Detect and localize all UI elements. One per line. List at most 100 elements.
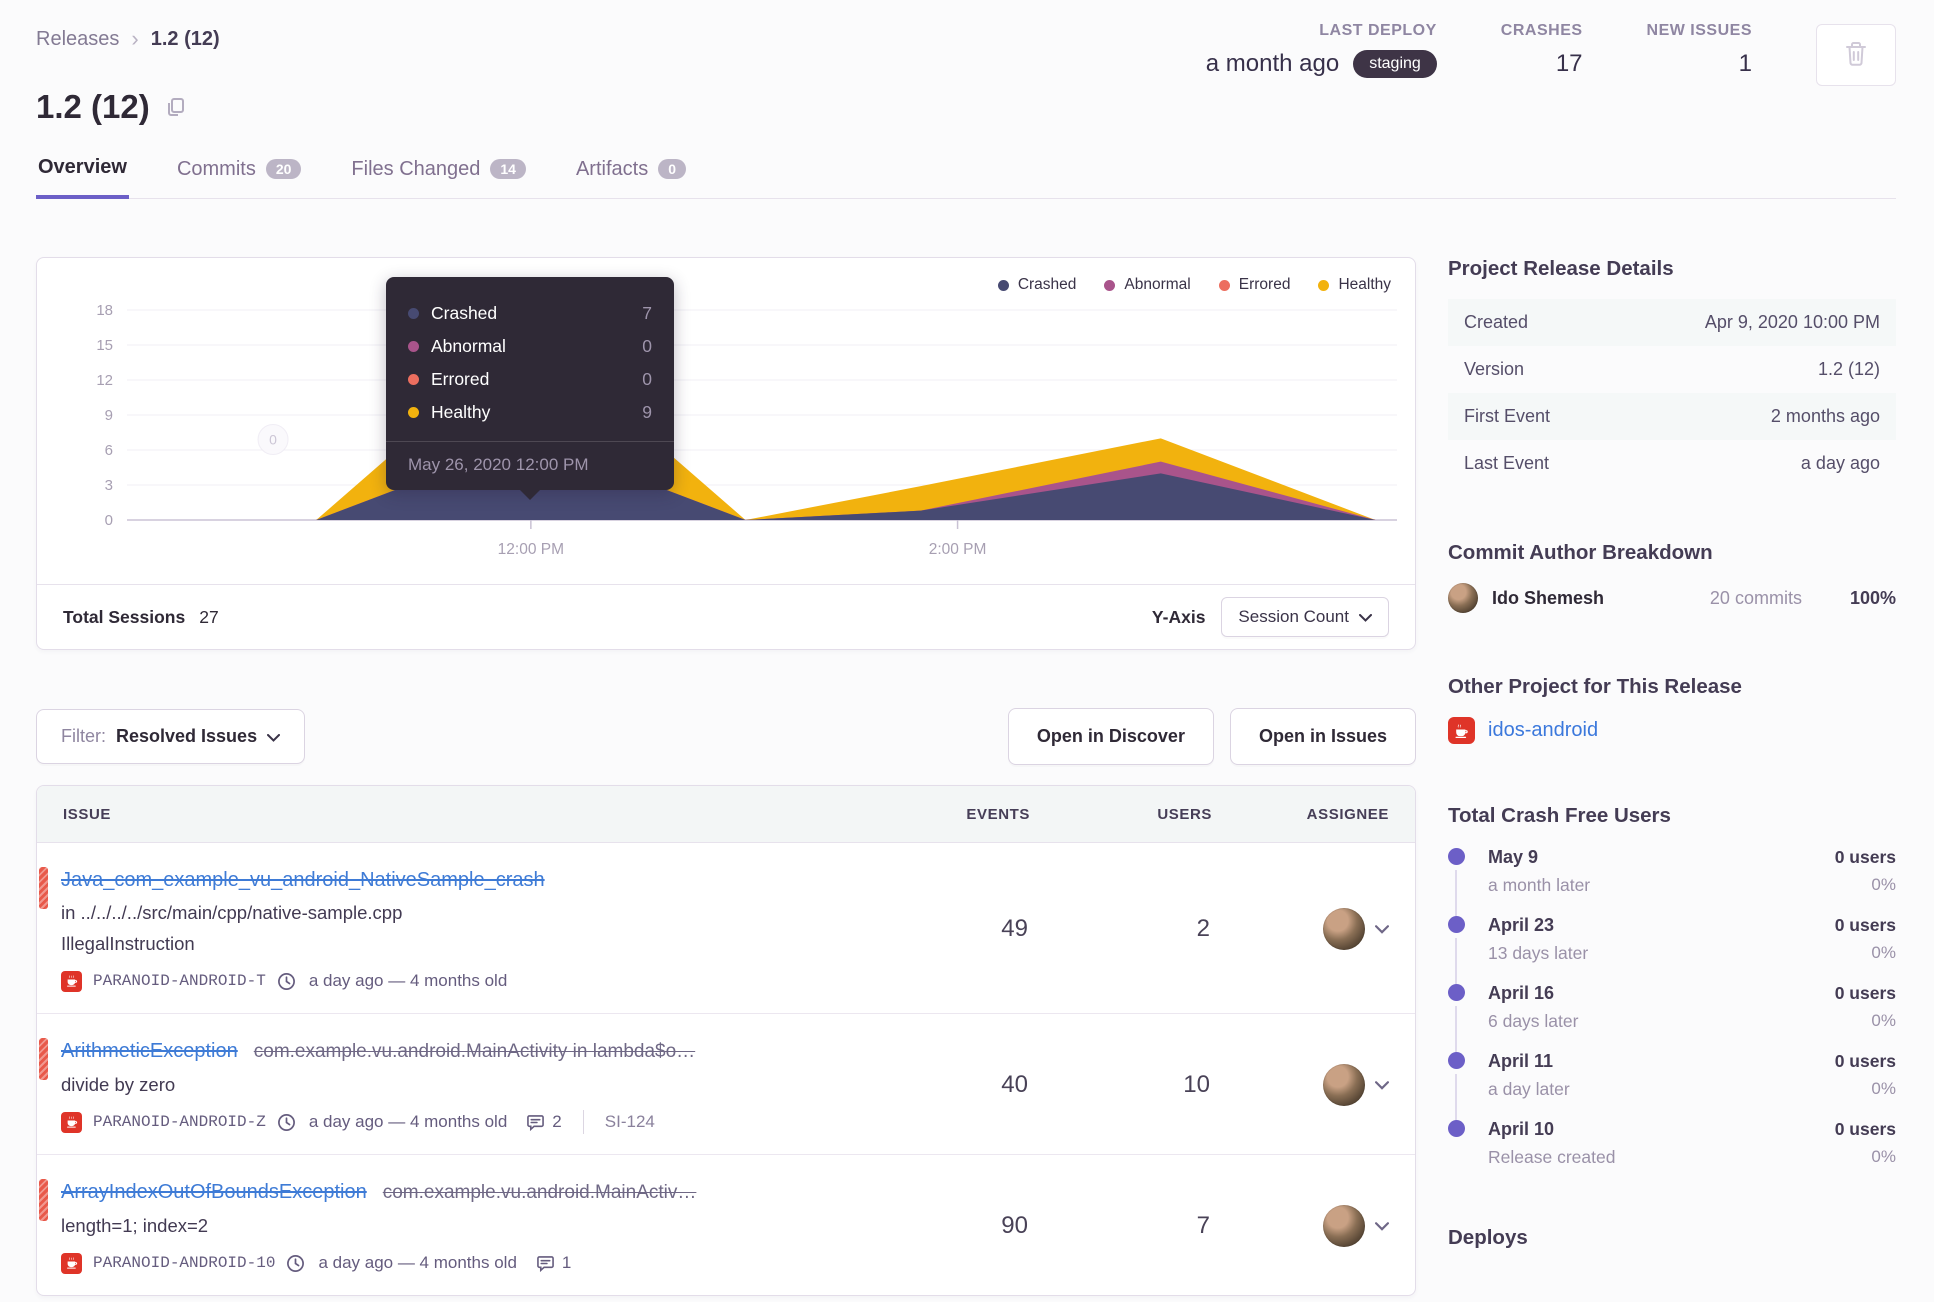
detail-row: Created Apr 9, 2020 10:00 PM (1448, 299, 1896, 346)
svg-text:6: 6 (105, 442, 113, 459)
legend-item-errored[interactable]: Errored (1218, 276, 1290, 294)
chevron-down-icon[interactable] (1375, 1080, 1389, 1090)
total-sessions-value: 27 (199, 606, 219, 627)
issue-culprit-link[interactable]: com.example.vu.android.MainActiv… (383, 1182, 697, 1203)
series-dot-icon (408, 374, 419, 385)
legend-item-healthy[interactable]: Healthy (1318, 276, 1391, 294)
last-deploy-label: LAST DEPLOY (1319, 22, 1437, 39)
column-assignee: ASSIGNEE (1306, 805, 1389, 823)
timeline-connector (1455, 1074, 1457, 1120)
project-slug: PARANOID-ANDROID-10 (93, 1254, 276, 1272)
new-issues-value: 1 (1738, 50, 1752, 77)
tab-files-changed[interactable]: Files Changed 14 (349, 156, 528, 198)
detail-value: 2 months ago (1770, 406, 1880, 426)
new-issues-label: NEW ISSUES (1646, 22, 1752, 39)
comments-count[interactable]: 2 (526, 1112, 562, 1132)
legend-dot-icon (1218, 279, 1230, 291)
crash-free-item: April 23 13 days later 0 users 0% (1448, 914, 1896, 984)
crashes-value: 17 (1555, 50, 1583, 77)
detail-value: a day ago (1800, 453, 1880, 473)
chevron-down-icon[interactable] (1375, 924, 1389, 934)
section-title: Commit Author Breakdown (1448, 541, 1713, 564)
open-in-issues-button[interactable]: Open in Issues (1229, 708, 1416, 765)
breadcrumb-chevron-icon: › (131, 26, 139, 51)
issue-type: IllegalInstruction (61, 933, 195, 954)
other-project-link[interactable]: idos-android (1488, 719, 1598, 742)
crashes-label: CRASHES (1500, 22, 1583, 39)
release-version: 1.2 (12) (36, 88, 150, 125)
timeline-dot-icon (1448, 848, 1465, 865)
page-header: Releases › 1.2 (12) LAST DEPLOY a month … (0, 0, 1934, 199)
issue-meta: PARANOID-ANDROID-T a day ago — 4 months o… (61, 967, 880, 995)
assignee-avatar[interactable] (1323, 908, 1365, 950)
assignee-avatar[interactable] (1323, 1205, 1365, 1247)
series-dot-icon (408, 308, 419, 319)
detail-row: Version 1.2 (12) (1448, 346, 1896, 393)
error-level-bar (39, 867, 48, 909)
issue-title-link[interactable]: ArithmeticException (61, 1040, 238, 1062)
series-dot-icon (408, 407, 419, 418)
deploys-section-title: Deploys (1448, 1226, 1528, 1249)
files-changed-count-badge: 14 (490, 159, 526, 179)
issue-cell: ArrayIndexOutOfBoundsException com.exampl… (61, 1175, 880, 1277)
tooltip-row-healthy: Healthy 9 (408, 396, 652, 429)
svg-text:0: 0 (105, 512, 113, 529)
java-platform-icon (61, 1252, 82, 1274)
chevron-down-icon (267, 726, 281, 747)
issue-title-link[interactable]: ArrayIndexOutOfBoundsException (61, 1181, 367, 1203)
tab-artifacts[interactable]: Artifacts 0 (574, 156, 688, 198)
tooltip-row-crashed: Crashed 7 (408, 297, 652, 330)
tab-commits[interactable]: Commits 20 (175, 156, 303, 198)
commit-author-section: Commit Author Breakdown Ido Shemesh 20 c… (1448, 541, 1896, 613)
chevron-down-icon[interactable] (1375, 1221, 1389, 1231)
crash-free-percent: 0% (1871, 875, 1896, 894)
column-issue: ISSUE (63, 805, 112, 823)
environment-badge: staging (1353, 50, 1437, 78)
legend-dot-icon (997, 279, 1009, 291)
timeline-connector (1455, 938, 1457, 984)
yaxis-select[interactable]: Session Count (1221, 597, 1389, 637)
release-sidebar: Project Release Details Created Apr 9, 20… (1448, 257, 1896, 1250)
page-title: 1.2 (12) (36, 88, 1896, 126)
commits-count-badge: 20 (265, 159, 302, 179)
legend-item-crashed[interactable]: Crashed (997, 276, 1076, 294)
open-in-discover-button[interactable]: Open in Discover (1007, 708, 1214, 765)
project-slug: PARANOID-ANDROID-Z (93, 1113, 266, 1131)
issue-meta: PARANOID-ANDROID-10 a day ago — 4 months … (61, 1249, 880, 1277)
error-level-bar (39, 1038, 48, 1080)
assignee-avatar[interactable] (1323, 1064, 1365, 1106)
tooltip-row-errored: Errored 0 (408, 363, 652, 396)
crash-free-item: April 11 a day later 0 users 0% (1448, 1050, 1896, 1120)
delete-release-button[interactable] (1816, 24, 1896, 86)
total-sessions-label: Total Sessions (63, 606, 186, 627)
breadcrumb-releases-link[interactable]: Releases (36, 28, 119, 51)
legend-item-abnormal[interactable]: Abnormal (1104, 276, 1191, 294)
timeline-connector (1455, 1006, 1457, 1052)
chart-tooltip: Crashed 7 Abnormal 0 Errored 0 Healthy 9 May 26… (386, 277, 674, 500)
detail-label: Created (1464, 312, 1529, 332)
issue-culprit-link[interactable]: com.example.vu.android.MainActivity in l… (254, 1041, 695, 1062)
author-avatar (1448, 583, 1478, 613)
author-percent: 100% (1849, 587, 1896, 608)
issue-row: ArithmeticException com.example.vu.androi… (37, 1013, 1415, 1154)
issue-title-link[interactable]: Java_com_example_vu_android_NativeSample… (61, 869, 545, 891)
last-deploy-value: a month ago (1205, 50, 1340, 77)
svg-text:12:00 PM: 12:00 PM (498, 541, 564, 558)
timeline-dot-icon (1448, 984, 1465, 1001)
events-count: 90 (1001, 1212, 1028, 1239)
trash-icon (1843, 40, 1869, 71)
svg-text:15: 15 (96, 337, 113, 354)
detail-value: 1.2 (12) (1817, 359, 1880, 379)
tab-overview[interactable]: Overview (36, 156, 129, 199)
comment-icon (536, 1255, 555, 1272)
section-title: Other Project for This Release (1448, 675, 1742, 698)
column-events: EVENTS (966, 805, 1030, 823)
issue-annotation-link[interactable]: SI-124 (605, 1112, 655, 1132)
series-dot-icon (408, 341, 419, 352)
detail-row: First Event 2 months ago (1448, 393, 1896, 440)
issues-filter-dropdown[interactable]: Filter: Resolved Issues (36, 709, 306, 764)
copy-icon[interactable] (164, 95, 188, 119)
crash-free-section: Total Crash Free Users May 9a month late… (1448, 804, 1896, 1170)
assignee-cell (1212, 1205, 1389, 1247)
comments-count[interactable]: 1 (536, 1253, 571, 1273)
